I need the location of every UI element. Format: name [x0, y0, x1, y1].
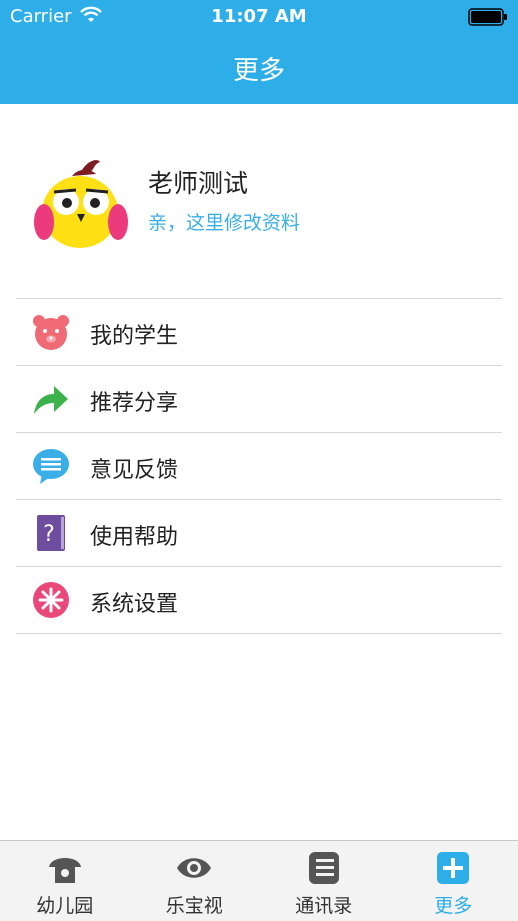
tab-contacts[interactable]: 通讯录: [259, 841, 389, 921]
kindergarten-icon: [47, 851, 83, 885]
status-bar: Carrier 11:07 AM: [0, 0, 518, 34]
bear-icon: [32, 313, 70, 351]
profile-card[interactable]: 老师测试 亲，这里修改资料: [0, 104, 518, 298]
contacts-icon: [306, 851, 342, 885]
plus-icon: [435, 851, 471, 885]
tab-label: 更多: [389, 891, 518, 918]
menu-item-label: 我的学生: [90, 318, 178, 350]
tab-label: 乐宝视: [130, 891, 260, 918]
tab-label: 通讯录: [259, 891, 389, 918]
edit-profile-link[interactable]: 亲，这里修改资料: [148, 208, 300, 235]
tab-more[interactable]: 更多: [389, 841, 518, 921]
menu-item-help[interactable]: ? 使用帮助: [16, 499, 502, 566]
top-header: Carrier 11:07 AM 更多: [0, 0, 518, 104]
owl-avatar-icon: [34, 156, 128, 250]
menu-item-label: 系统设置: [90, 586, 178, 618]
battery-icon: [468, 8, 508, 26]
tab-bar: 幼儿园 乐宝视 通讯录 更多: [0, 840, 518, 921]
menu-item-label: 推荐分享: [90, 385, 178, 417]
tab-lebaoshi[interactable]: 乐宝视: [130, 841, 260, 921]
svg-text:?: ?: [43, 522, 55, 547]
status-time: 11:07 AM: [0, 6, 518, 27]
settings-asterisk-icon: [32, 581, 70, 619]
menu-item-recommend-share[interactable]: 推荐分享: [16, 365, 502, 432]
tab-label: 幼儿园: [0, 891, 130, 918]
chat-bubble-icon: [32, 447, 70, 485]
tab-kindergarten[interactable]: 幼儿园: [0, 841, 130, 921]
help-book-icon: ?: [32, 514, 70, 552]
eye-icon: [172, 851, 216, 885]
menu-item-feedback[interactable]: 意见反馈: [16, 432, 502, 499]
menu-list: 我的学生 推荐分享 意见反馈 ? 使用帮助: [16, 298, 502, 634]
share-arrow-icon: [32, 380, 70, 418]
menu-item-label: 使用帮助: [90, 519, 178, 551]
menu-item-my-students[interactable]: 我的学生: [16, 298, 502, 365]
menu-item-label: 意见反馈: [90, 452, 178, 484]
teacher-name: 老师测试: [148, 164, 248, 200]
page-title: 更多: [0, 50, 518, 87]
menu-item-settings[interactable]: 系统设置: [16, 566, 502, 634]
